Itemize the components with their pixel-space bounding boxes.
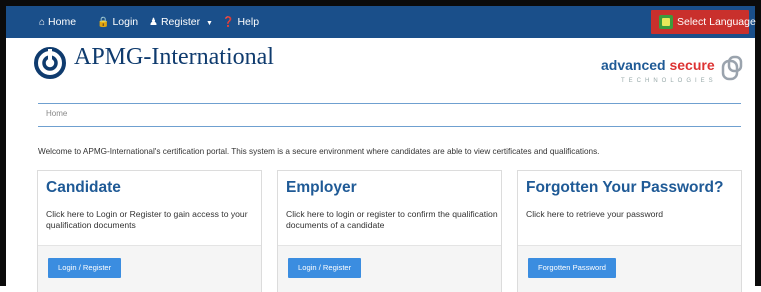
nav-login[interactable]: 🔒 Login: [97, 6, 138, 38]
card-description: Click here to retrieve your password: [526, 209, 664, 219]
question-circle-icon: ❓: [222, 17, 235, 28]
caret-down-icon: ▼: [206, 20, 213, 27]
nav-login-label: Login: [112, 16, 139, 28]
apmg-swirl-logo-icon: [34, 47, 66, 79]
nav-home-label: Home: [48, 16, 77, 28]
top-navbar: ⌂ Home 🔒 Login ♟ Register ▼ ❓ Help Select La…: [6, 6, 756, 38]
user-icon: ♟: [149, 17, 158, 28]
breadcrumb: Home: [46, 109, 67, 118]
nav-register[interactable]: ♟ Register ▼: [149, 6, 216, 38]
logo-subtitle: TECHNOLOGIES: [621, 78, 717, 84]
card-title: Candidate: [46, 179, 121, 196]
logo-word-advanced: advanced: [601, 57, 666, 73]
candidate-login-register-button[interactable]: Login / Register: [48, 258, 122, 278]
logo-word-secure: secure: [669, 57, 715, 73]
welcome-text: Welcome to APMG-International's certific…: [38, 147, 600, 156]
nav-help[interactable]: ❓ Help: [222, 6, 259, 38]
brand-name: APMG-International: [74, 44, 274, 70]
breadcrumb-border-top: [38, 103, 741, 104]
nav-help-label: Help: [237, 16, 260, 28]
lock-icon: 🔒: [97, 17, 110, 28]
nav-home[interactable]: ⌂ Home: [39, 6, 76, 38]
employer-login-register-button[interactable]: Login / Register: [288, 258, 362, 278]
advanced-secure-logo: advanced secure TECHNOLOGIES: [601, 55, 746, 91]
nav-register-label: Register: [160, 16, 201, 28]
forgotten-password-button[interactable]: Forgotten Password: [528, 258, 616, 278]
advanced-secure-wordmark: advanced secure: [601, 57, 715, 73]
window-frame-right: [755, 0, 761, 286]
home-icon: ⌂: [39, 17, 46, 28]
card-description: Click here to login or register to confi…: [286, 209, 498, 230]
breadcrumb-home[interactable]: Home: [46, 109, 67, 118]
employer-card: Employer Click here to login or register…: [277, 170, 502, 292]
card-title: Forgotten Your Password?: [526, 179, 724, 196]
select-language-button[interactable]: Select Language: [651, 10, 756, 34]
breadcrumb-border-bottom: [38, 126, 741, 127]
candidate-card: Candidate Click here to Login or Registe…: [37, 170, 262, 292]
google-translate-icon: [659, 15, 673, 29]
forgotten-password-card: Forgotten Your Password? Click here to r…: [517, 170, 742, 292]
card-title: Employer: [286, 179, 357, 196]
window-frame-left: [0, 0, 6, 286]
select-language-label: Select Language: [677, 16, 756, 28]
padlock-logo-icon: [721, 55, 743, 81]
card-description: Click here to Login or Register to gain …: [46, 209, 248, 230]
